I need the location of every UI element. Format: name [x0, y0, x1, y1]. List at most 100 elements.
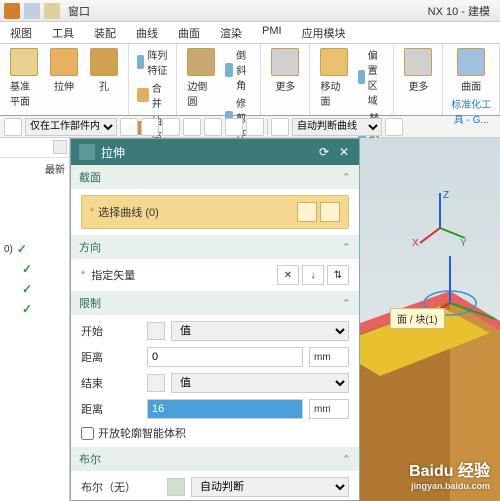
- sb-btn-4[interactable]: [183, 118, 201, 136]
- section-header-direction[interactable]: 方向⌃: [71, 235, 359, 259]
- extrude-button[interactable]: 拉伸: [46, 46, 82, 113]
- required-icon: *: [81, 269, 85, 281]
- collapse-icon: ⌃: [342, 171, 351, 184]
- vector-dialog-icon[interactable]: ✕: [277, 265, 299, 285]
- sb-btn-7[interactable]: [246, 118, 264, 136]
- ribbon-group-sketch: 基准平面 拉伸 孔: [0, 44, 129, 115]
- end-type-select[interactable]: 值: [171, 373, 349, 393]
- history-panel: 最新 0)✓ ✓ ✓ ✓: [0, 138, 70, 501]
- more-button-1[interactable]: 更多: [267, 46, 303, 95]
- tab-render[interactable]: 渲染: [210, 22, 252, 43]
- specify-vector-row: * 指定矢量 ✕ ↓ ⇅: [81, 265, 349, 285]
- boolean-icon: [167, 478, 185, 496]
- panel-close-icon[interactable]: [53, 140, 67, 154]
- required-icon: *: [90, 206, 94, 218]
- ribbon-group-feature-small: 阵列特征 合并 抽壳 特征: [129, 44, 177, 115]
- ribbon-group-more2: 更多: [394, 44, 443, 115]
- qat-btn-2[interactable]: [44, 3, 60, 19]
- tab-assembly[interactable]: 装配: [84, 22, 126, 43]
- list-item[interactable]: ✓: [0, 259, 69, 279]
- face-tooltip: 面 / 块(1): [390, 308, 445, 329]
- distance1-input[interactable]: [147, 347, 303, 367]
- check-icon: ✓: [17, 242, 27, 256]
- start-label: 开始: [81, 323, 141, 339]
- cube-icon: [147, 322, 165, 340]
- tab-view[interactable]: 视图: [0, 22, 42, 43]
- boolean-label: 布尔（无）: [81, 479, 161, 495]
- recent-label: 最新: [0, 158, 69, 179]
- group-label-std: 标准化工具 - G...: [449, 95, 493, 127]
- dialog-titlebar[interactable]: 拉伸 ⟳ ✕: [71, 139, 359, 165]
- list-item[interactable]: ✓: [0, 279, 69, 299]
- main-area: 最新 0)✓ ✓ ✓ ✓ 拉伸 ⟳ ✕ 截面⌃ * 选择曲线 (0): [0, 138, 500, 501]
- sb-btn-6[interactable]: [225, 118, 243, 136]
- distance1-label: 距离: [81, 349, 141, 365]
- open-profile-checkbox[interactable]: [81, 427, 94, 440]
- surface-button[interactable]: 曲面: [449, 46, 493, 95]
- filter-select-2[interactable]: 自动判断曲线: [292, 118, 382, 136]
- vector-infer-icon[interactable]: ↓: [302, 265, 324, 285]
- tab-pmi[interactable]: PMI: [252, 22, 292, 43]
- section-header-section[interactable]: 截面⌃: [71, 165, 359, 189]
- 3d-viewport[interactable]: Z Y X 面 / 块(1): [360, 138, 500, 501]
- start-type-select[interactable]: 值: [171, 321, 349, 341]
- chamfer-button[interactable]: 倒斜角: [223, 46, 254, 93]
- menu-icon[interactable]: [4, 118, 22, 136]
- qat-btn-1[interactable]: [24, 3, 40, 19]
- ribbon-group-more1: 更多: [261, 44, 310, 115]
- hole-button[interactable]: 孔: [86, 46, 122, 113]
- app-icon[interactable]: [4, 3, 20, 19]
- cube-icon: [147, 374, 165, 392]
- list-item[interactable]: 0)✓: [0, 239, 69, 259]
- boolean-select[interactable]: 自动判断: [191, 477, 349, 497]
- check-icon: ✓: [22, 262, 32, 276]
- check-icon: ✓: [22, 302, 32, 316]
- app-title: NX 10 - 建模: [428, 3, 496, 19]
- distance2-input[interactable]: [147, 399, 303, 419]
- watermark: Baidu 经验 jingyan.baidu.com: [409, 457, 490, 491]
- check-icon: ✓: [22, 282, 32, 296]
- sb-btn-3[interactable]: [162, 118, 180, 136]
- more-button-2[interactable]: 更多: [400, 46, 436, 95]
- sb-btn-8[interactable]: [271, 118, 289, 136]
- tab-curve[interactable]: 曲线: [126, 22, 168, 43]
- dialog-options-icon[interactable]: ⟳: [317, 145, 331, 159]
- ribbon: 基准平面 拉伸 孔 阵列特征 合并 抽壳 特征 边倒圆 倒斜角 修剪体 拔模 更…: [0, 44, 500, 116]
- list-item[interactable]: ✓: [0, 299, 69, 319]
- collapse-icon: ⌃: [342, 453, 351, 466]
- tab-surface[interactable]: 曲面: [168, 22, 210, 43]
- ribbon-group-edge: 边倒圆 倒斜角 修剪体 拔模: [177, 44, 261, 115]
- svg-text:Z: Z: [443, 190, 449, 201]
- filter-select-1[interactable]: 仅在工作部件内: [25, 118, 117, 136]
- titlebar: 窗口 NX 10 - 建模: [0, 0, 500, 22]
- unite-button[interactable]: 合并: [135, 79, 170, 111]
- unit-label[interactable]: mm: [309, 399, 349, 419]
- end-label: 结束: [81, 375, 141, 391]
- tab-app[interactable]: 应用模块: [292, 22, 356, 43]
- unit-label[interactable]: mm: [309, 347, 349, 367]
- tab-tools[interactable]: 工具: [42, 22, 84, 43]
- extrude-dialog: 拉伸 ⟳ ✕ 截面⌃ * 选择曲线 (0) 方向⌃: [70, 138, 360, 501]
- view-triad-icon[interactable]: Z Y X: [410, 188, 470, 248]
- offset-region-button[interactable]: 偏置区域: [356, 46, 387, 108]
- sb-btn-1[interactable]: [120, 118, 138, 136]
- selection-bar: 仅在工作部件内 自动判断曲线: [0, 116, 500, 138]
- sketch-section-icon[interactable]: [297, 202, 317, 222]
- open-profile-label: 开放轮廓智能体积: [98, 425, 186, 441]
- quick-access-toolbar: 窗口: [4, 3, 90, 19]
- window-menu[interactable]: 窗口: [68, 3, 90, 19]
- vector-reverse-icon[interactable]: ⇅: [327, 265, 349, 285]
- section-header-boolean[interactable]: 布尔⌃: [71, 447, 359, 471]
- ribbon-group-surface: 曲面 标准化工具 - G...: [443, 44, 500, 115]
- curve-rule-icon[interactable]: [320, 202, 340, 222]
- sb-btn-9[interactable]: [385, 118, 403, 136]
- pattern-button[interactable]: 阵列特征: [135, 46, 170, 78]
- section-header-limits[interactable]: 限制⌃: [71, 291, 359, 315]
- select-curve-row[interactable]: * 选择曲线 (0): [81, 195, 349, 229]
- collapse-icon: ⌃: [342, 297, 351, 310]
- dialog-close-icon[interactable]: ✕: [337, 145, 351, 159]
- sb-btn-5[interactable]: [204, 118, 222, 136]
- datum-plane-button[interactable]: 基准平面: [6, 46, 42, 113]
- collapse-icon: ⌃: [342, 241, 351, 254]
- sb-btn-2[interactable]: [141, 118, 159, 136]
